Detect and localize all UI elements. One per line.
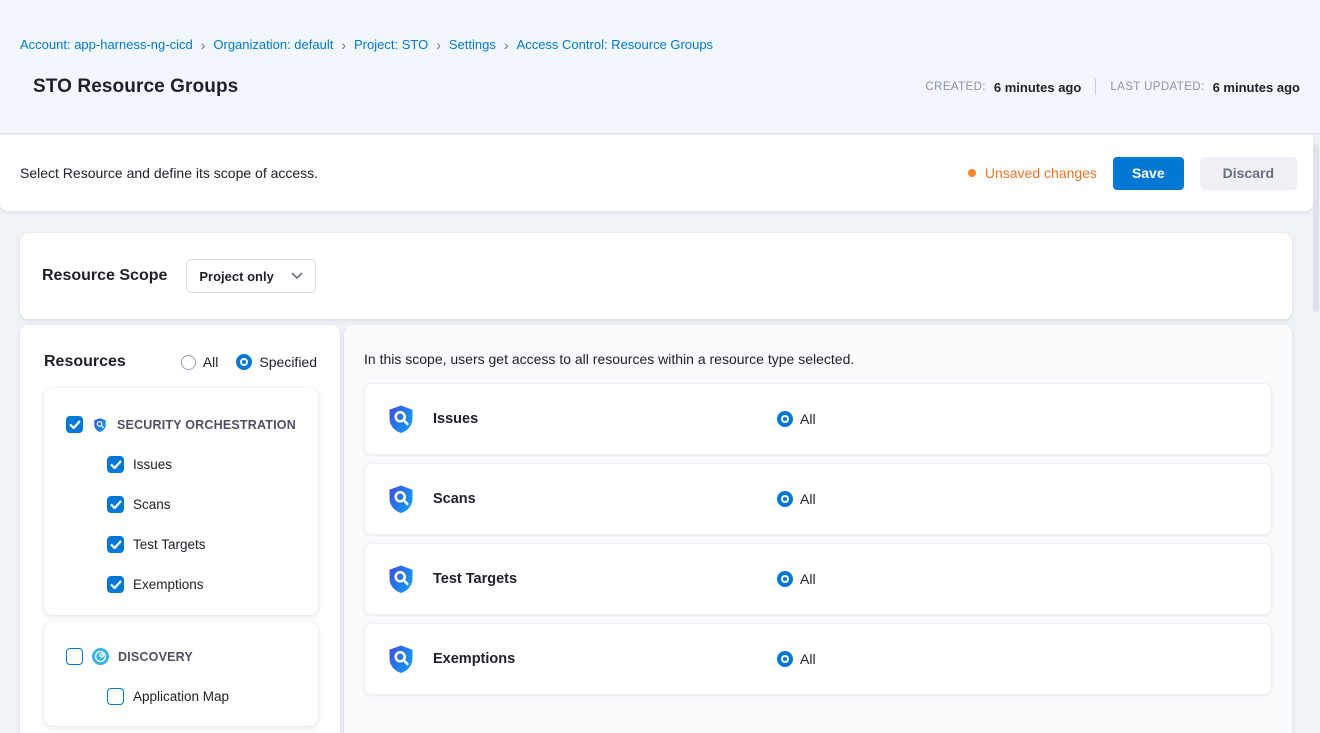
resource-scope-select[interactable]: Project only bbox=[186, 259, 316, 293]
radio-access-all-control[interactable] bbox=[777, 411, 793, 427]
meta-info: CREATED: 6 minutes ago LAST UPDATED: 6 m… bbox=[925, 79, 1300, 95]
chevron-down-icon bbox=[291, 272, 303, 280]
checkbox-issues-label: Issues bbox=[133, 457, 172, 472]
checkbox-item-exemptions[interactable]: Exemptions bbox=[107, 576, 308, 593]
radio-all-label: All bbox=[203, 354, 219, 370]
checkbox-discovery[interactable] bbox=[66, 648, 83, 665]
radio-access-all-label: All bbox=[800, 411, 816, 427]
checkbox-application-map[interactable] bbox=[107, 688, 124, 705]
radio-access-all-exemptions[interactable]: All bbox=[777, 651, 816, 667]
checkbox-item-application-map[interactable]: Application Map bbox=[107, 688, 308, 705]
radio-specified-label: Specified bbox=[259, 354, 317, 370]
checkbox-application-map-label: Application Map bbox=[133, 689, 229, 704]
checkbox-scans[interactable] bbox=[107, 496, 124, 513]
scrollbar-thumb[interactable] bbox=[1313, 144, 1319, 312]
radio-access-all-label: All bbox=[800, 651, 816, 667]
resource-row-label: Scans bbox=[433, 491, 777, 507]
radio-access-all-control[interactable] bbox=[777, 651, 793, 667]
checkbox-item-issues[interactable]: Issues bbox=[107, 456, 308, 473]
checkbox-security-orchestration[interactable] bbox=[66, 416, 83, 433]
resource-scope-card: Resource Scope Project only bbox=[20, 233, 1292, 319]
checkbox-test-targets-label: Test Targets bbox=[133, 537, 206, 552]
unsaved-changes-indicator: Unsaved changes bbox=[968, 165, 1097, 181]
radio-access-all-scans[interactable]: All bbox=[777, 491, 816, 507]
created-label: CREATED: bbox=[925, 81, 986, 93]
check-icon bbox=[110, 500, 122, 510]
resource-row-exemptions: Exemptions All bbox=[364, 623, 1272, 695]
radio-specified[interactable]: Specified bbox=[236, 354, 317, 370]
content-area: Resource Scope Project only Resources Al… bbox=[0, 211, 1313, 733]
resources-title: Resources bbox=[44, 353, 126, 371]
resource-row-issues: Issues All bbox=[364, 383, 1272, 455]
discard-button[interactable]: Discard bbox=[1200, 157, 1297, 190]
resource-scope-value: Project only bbox=[199, 269, 273, 284]
radio-specified-control[interactable] bbox=[236, 354, 252, 370]
check-icon bbox=[69, 420, 81, 430]
radio-access-all-label: All bbox=[800, 491, 816, 507]
sto-shield-icon bbox=[385, 563, 417, 595]
resource-row-label: Exemptions bbox=[433, 651, 777, 667]
scope-intro-text: In this scope, users get access to all r… bbox=[364, 351, 1272, 367]
radio-access-all-test-targets[interactable]: All bbox=[777, 571, 816, 587]
resource-group-security-orchestration: SECURITY ORCHESTRATION Issues Scans bbox=[44, 388, 318, 615]
radio-access-all-control[interactable] bbox=[777, 571, 793, 587]
sto-shield-icon bbox=[92, 417, 108, 433]
unsaved-dot-icon bbox=[968, 169, 976, 177]
resource-scope-label: Resource Scope bbox=[42, 267, 167, 285]
resource-row-scans: Scans All bbox=[364, 463, 1272, 535]
page-header: Account: app-harness-ng-cicd › Organizat… bbox=[0, 0, 1320, 134]
radio-access-all-control[interactable] bbox=[777, 491, 793, 507]
unsaved-changes-label: Unsaved changes bbox=[985, 165, 1097, 181]
check-icon bbox=[110, 460, 122, 470]
breadcrumb-link-access-control[interactable]: Access Control: Resource Groups bbox=[517, 37, 714, 52]
breadcrumb: Account: app-harness-ng-cicd › Organizat… bbox=[20, 37, 713, 52]
breadcrumb-link-account[interactable]: Account: app-harness-ng-cicd bbox=[20, 37, 193, 52]
chevron-right-icon: › bbox=[341, 37, 346, 52]
toolbar-description: Select Resource and define its scope of … bbox=[20, 165, 318, 181]
chevron-right-icon: › bbox=[504, 37, 509, 52]
radio-all-control[interactable] bbox=[181, 355, 196, 370]
checkbox-exemptions[interactable] bbox=[107, 576, 124, 593]
page-title: STO Resource Groups bbox=[33, 76, 238, 98]
sto-shield-icon bbox=[385, 643, 417, 675]
radio-all[interactable]: All bbox=[181, 354, 219, 370]
breadcrumb-link-settings[interactable]: Settings bbox=[449, 37, 496, 52]
checkbox-test-targets[interactable] bbox=[107, 536, 124, 553]
check-icon bbox=[110, 580, 122, 590]
radio-access-all-issues[interactable]: All bbox=[777, 411, 816, 427]
scrollbar-track[interactable] bbox=[1313, 139, 1319, 729]
last-updated-value: 6 minutes ago bbox=[1213, 80, 1300, 95]
group-label-discovery: DISCOVERY bbox=[118, 650, 193, 664]
toolbar: Select Resource and define its scope of … bbox=[0, 135, 1313, 211]
checkbox-item-test-targets[interactable]: Test Targets bbox=[107, 536, 308, 553]
last-updated-label: LAST UPDATED: bbox=[1110, 81, 1204, 93]
check-icon bbox=[110, 540, 122, 550]
breadcrumb-link-project[interactable]: Project: STO bbox=[354, 37, 428, 52]
sto-shield-icon bbox=[385, 403, 417, 435]
group-label-security-orchestration: SECURITY ORCHESTRATION bbox=[117, 418, 296, 432]
resource-row-test-targets: Test Targets All bbox=[364, 543, 1272, 615]
discovery-icon bbox=[92, 648, 109, 665]
resources-panel: Resources All Specified bbox=[20, 325, 340, 733]
resource-group-discovery: DISCOVERY Application Map bbox=[44, 622, 318, 726]
meta-divider bbox=[1095, 79, 1096, 95]
radio-access-all-label: All bbox=[800, 571, 816, 587]
resource-row-label: Test Targets bbox=[433, 571, 777, 587]
created-value: 6 minutes ago bbox=[994, 80, 1081, 95]
checkbox-exemptions-label: Exemptions bbox=[133, 577, 204, 592]
checkbox-issues[interactable] bbox=[107, 456, 124, 473]
chevron-right-icon: › bbox=[201, 37, 206, 52]
resource-access-panel: In this scope, users get access to all r… bbox=[344, 325, 1292, 733]
chevron-right-icon: › bbox=[436, 37, 441, 52]
breadcrumb-link-organization[interactable]: Organization: default bbox=[213, 37, 333, 52]
checkbox-scans-label: Scans bbox=[133, 497, 171, 512]
save-button[interactable]: Save bbox=[1113, 157, 1184, 190]
resource-row-label: Issues bbox=[433, 411, 777, 427]
sto-shield-icon bbox=[385, 483, 417, 515]
checkbox-item-scans[interactable]: Scans bbox=[107, 496, 308, 513]
